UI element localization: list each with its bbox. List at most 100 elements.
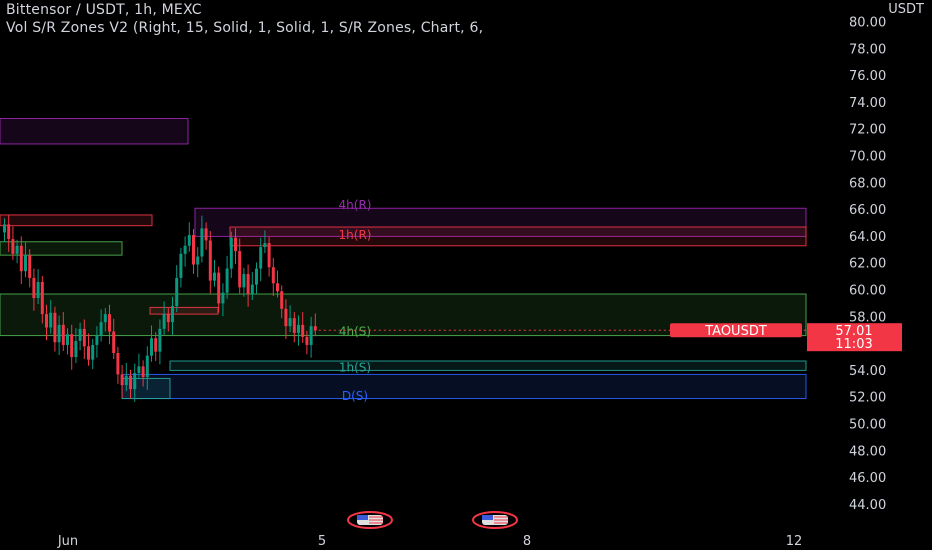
- candle-body: [238, 251, 242, 288]
- candle-body: [82, 328, 86, 347]
- candle-body: [40, 281, 44, 315]
- candle: [179, 247, 183, 288]
- price-tick: 52.00: [849, 391, 886, 406]
- candle-body: [208, 240, 212, 281]
- time-tick: 5: [318, 534, 326, 549]
- candle-body: [175, 277, 179, 307]
- candle-body: [166, 314, 170, 323]
- candle: [187, 222, 191, 252]
- candle: [242, 267, 246, 297]
- price-tick: 70.00: [849, 150, 886, 165]
- zone-label-1: 1h(R): [339, 228, 372, 242]
- candle-body: [120, 374, 124, 386]
- candle-body: [3, 224, 6, 233]
- candle: [183, 236, 187, 267]
- currency-label: USDT: [888, 2, 924, 17]
- candle-body: [61, 324, 65, 345]
- candle-body: [108, 314, 111, 332]
- candle-body: [99, 322, 103, 336]
- zone-label-2: 4h(S): [339, 325, 371, 339]
- candle-body: [158, 328, 162, 352]
- candle: [116, 346, 120, 384]
- candle-body: [309, 326, 313, 345]
- candle: [192, 229, 195, 274]
- price-tick: 48.00: [849, 444, 886, 459]
- candle-body: [162, 314, 166, 329]
- candle-body: [133, 373, 137, 390]
- symbol-tag-text: TAOUSDT: [704, 324, 767, 339]
- candle-body: [246, 273, 250, 295]
- candle-body: [204, 228, 208, 241]
- price-chart[interactable]: 4h(R) 1h(R) 4h(S) 1h(S) D(S) 80.00 78.00 76.00…: [0, 0, 932, 550]
- candle: [255, 262, 258, 295]
- candle-body: [74, 340, 78, 357]
- time-tick: Jun: [57, 534, 78, 549]
- symbol-title[interactable]: Bittensor / USDT, 1h, MEXC: [6, 2, 202, 18]
- price-axis[interactable]: 80.00 78.00 76.00 74.00 72.00 70.00 68.00 66.00…: [849, 16, 886, 513]
- candle-body: [284, 308, 288, 327]
- price-tick: 68.00: [849, 176, 886, 191]
- candle-body: [129, 375, 132, 390]
- candle-body: [124, 375, 128, 386]
- price-tick: 54.00: [849, 364, 886, 379]
- candle-body: [213, 272, 216, 281]
- zone-1h-support: [169, 360, 807, 371]
- price-tick: 74.00: [849, 96, 886, 111]
- candle-body: [297, 324, 300, 333]
- candle-body: [250, 284, 254, 295]
- price-tick: 50.00: [849, 418, 886, 433]
- indicator-legend[interactable]: Vol S/R Zones V2 (Right, 15, Solid, 1, S…: [6, 20, 483, 36]
- candle-body: [137, 366, 141, 374]
- candle-body: [200, 228, 204, 257]
- us-flag-icon: [347, 511, 393, 529]
- price-tick: 78.00: [849, 42, 886, 57]
- zone-left-resistance: [0, 214, 153, 227]
- us-flag-icon: [472, 511, 518, 529]
- candle-body: [57, 324, 61, 343]
- candle: [276, 270, 279, 298]
- price-tag: TAOUSDT 57.0111:03: [670, 323, 902, 352]
- flag-canton: [357, 515, 368, 520]
- candle: [238, 238, 242, 294]
- time-tick: 8: [523, 534, 531, 549]
- candle-body: [313, 326, 317, 331]
- candle-body: [87, 346, 90, 360]
- candle-body: [267, 243, 271, 268]
- price-tick: 58.00: [849, 310, 886, 325]
- candle-body: [112, 331, 116, 353]
- candle-body: [145, 355, 149, 378]
- candle-body: [15, 245, 19, 254]
- candle-body: [45, 314, 48, 328]
- candle-body: [116, 352, 120, 375]
- price-tag-countdown: 11:03: [835, 337, 872, 352]
- candle-body: [11, 239, 15, 254]
- candle-body: [280, 291, 284, 309]
- candle: [175, 265, 179, 313]
- time-tick: 12: [786, 534, 803, 549]
- candle-body: [255, 268, 258, 285]
- candle-body: [154, 338, 158, 352]
- candle-body: [78, 328, 82, 341]
- candle-body: [225, 268, 229, 293]
- event-markers: [347, 511, 518, 529]
- candle-body: [221, 292, 225, 304]
- price-tick: 66.00: [849, 203, 886, 218]
- candle-body: [192, 235, 195, 265]
- candle-body: [234, 237, 237, 252]
- candle-body: [229, 237, 233, 269]
- candle-body: [24, 255, 27, 272]
- candle-body: [171, 306, 174, 323]
- time-axis[interactable]: Jun 5 8 12: [57, 534, 802, 549]
- price-tick: 76.00: [849, 69, 886, 84]
- price-tick: 46.00: [849, 471, 886, 486]
- candle-body: [7, 224, 11, 240]
- candle: [208, 231, 212, 294]
- price-tick: 44.00: [849, 498, 886, 513]
- price-tick: 72.00: [849, 123, 886, 138]
- candle: [87, 333, 90, 366]
- candle: [225, 255, 229, 299]
- price-tick: 62.00: [849, 257, 886, 272]
- candle-body: [150, 338, 153, 356]
- candle-body: [271, 267, 275, 284]
- candle: [91, 338, 95, 370]
